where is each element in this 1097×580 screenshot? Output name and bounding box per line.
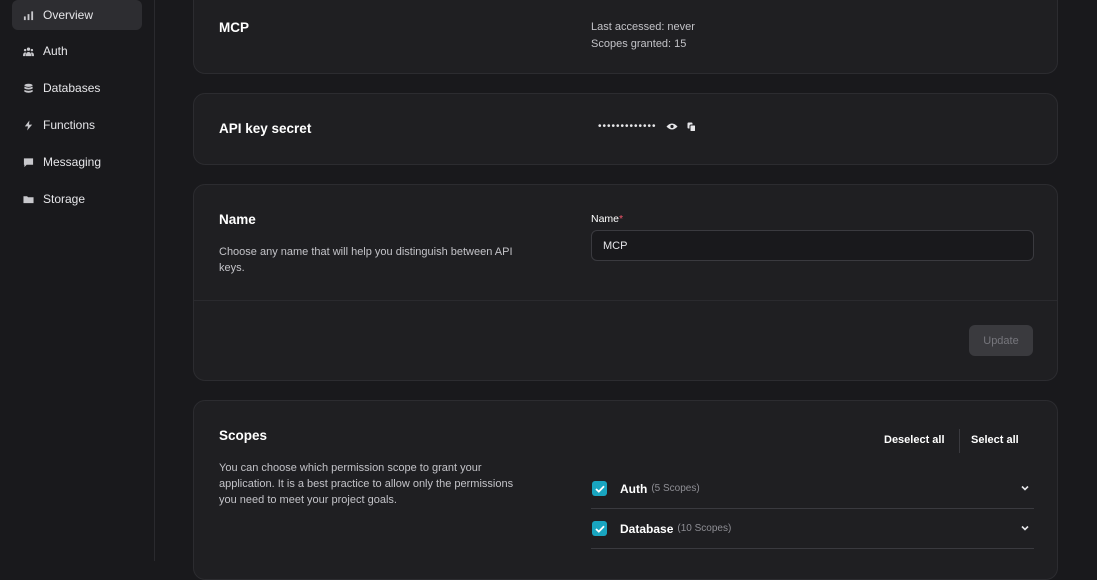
database-icon	[22, 82, 34, 94]
scope-group-name: Auth	[620, 481, 648, 496]
lightning-icon	[22, 119, 34, 131]
update-button[interactable]: Update	[969, 325, 1033, 356]
auth-checkbox[interactable]	[592, 481, 607, 496]
action-divider	[959, 429, 960, 453]
sidebar-item-label: Databases	[43, 81, 101, 95]
deselect-all-button[interactable]: Deselect all	[884, 434, 945, 446]
sidebar: Overview Auth Databases Functions Messag…	[0, 0, 155, 561]
sidebar-item-functions[interactable]: Functions	[12, 110, 142, 140]
main-content: MCP Last accessed: never Scopes granted:…	[155, 0, 1097, 580]
scope-group-count: (10 Scopes)	[677, 523, 732, 534]
key-name-title: MCP	[219, 20, 249, 35]
database-checkbox[interactable]	[592, 521, 607, 536]
users-icon	[22, 45, 34, 57]
name-description: Choose any name that will help you disti…	[219, 246, 513, 274]
name-section-title: Name	[219, 212, 256, 227]
sidebar-item-label: Messaging	[43, 155, 102, 169]
select-all-button[interactable]: Select all	[971, 434, 1019, 446]
secret-value-group: •••••••••••••	[598, 121, 696, 132]
api-key-secret-title: API key secret	[219, 121, 312, 136]
sidebar-item-label: Auth	[43, 44, 68, 58]
scopes-card: Scopes You can choose which permission s…	[193, 400, 1058, 580]
sidebar-item-auth[interactable]: Auth	[12, 36, 142, 66]
scope-group-name: Database	[620, 521, 674, 536]
scopes-section-title: Scopes	[219, 428, 268, 443]
name-card: Name Choose any name that will help you …	[193, 184, 1058, 381]
bar-chart-icon	[22, 9, 34, 21]
copy-icon[interactable]	[687, 122, 696, 132]
api-key-secret-card: API key secret •••••••••••••	[193, 93, 1058, 165]
sidebar-item-label: Overview	[43, 8, 94, 22]
last-accessed-text: Last accessed: never	[591, 21, 695, 33]
sidebar-item-databases[interactable]: Databases	[12, 73, 142, 103]
scope-group-auth[interactable]: Auth (5 Scopes)	[591, 469, 1034, 509]
masked-secret: •••••••••••••	[598, 121, 657, 132]
sidebar-item-overview[interactable]: Overview	[12, 0, 142, 30]
folder-icon	[22, 193, 34, 205]
chat-icon	[22, 156, 34, 168]
eye-icon[interactable]	[666, 122, 678, 131]
name-label-text: Name	[591, 213, 620, 225]
key-overview-card: MCP Last accessed: never Scopes granted:…	[193, 0, 1058, 74]
scopes-granted-text: Scopes granted: 15	[591, 38, 687, 50]
chevron-down-icon[interactable]	[1020, 523, 1030, 533]
chevron-down-icon[interactable]	[1020, 483, 1030, 493]
scopes-description: You can choose which permission scope to…	[219, 462, 514, 506]
scope-group-count: (5 Scopes)	[651, 483, 700, 494]
name-input[interactable]	[591, 230, 1034, 261]
sidebar-item-storage[interactable]: Storage	[12, 184, 142, 214]
card-divider	[194, 300, 1057, 301]
required-marker: *	[619, 213, 624, 225]
sidebar-item-messaging[interactable]: Messaging	[12, 147, 142, 177]
sidebar-item-label: Storage	[43, 192, 86, 206]
scope-group-database[interactable]: Database (10 Scopes)	[591, 509, 1034, 549]
sidebar-item-label: Functions	[43, 118, 96, 132]
name-field-label: Name*	[591, 213, 623, 225]
